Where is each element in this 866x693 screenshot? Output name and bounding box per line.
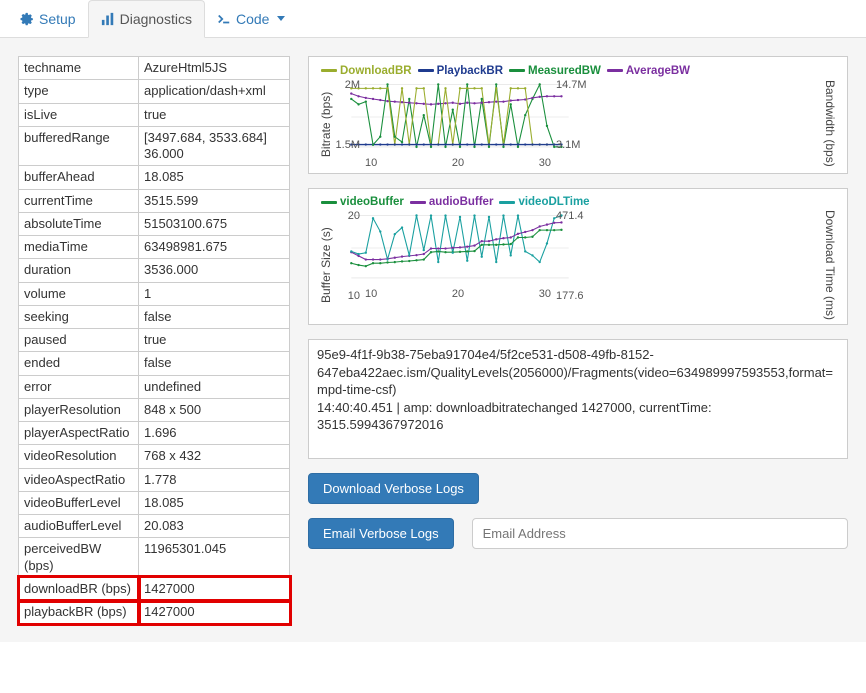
diag-key: videoResolution: [19, 445, 139, 468]
tab-setup[interactable]: Setup: [8, 0, 88, 37]
diag-key: paused: [19, 329, 139, 352]
diag-key: volume: [19, 282, 139, 305]
diag-key: perceivedBW (bps): [19, 538, 139, 578]
diag-value: application/dash+xml: [139, 80, 290, 103]
diag-value: 1427000: [139, 601, 290, 624]
diag-value: 18.085: [139, 166, 290, 189]
diag-value: true: [139, 103, 290, 126]
diag-row-islive: isLivetrue: [19, 103, 290, 126]
diag-value: false: [139, 352, 290, 375]
diag-key: absoluteTime: [19, 212, 139, 235]
diag-row-duration: duration3536.000: [19, 259, 290, 282]
y-axis-right-label: Bandwidth (bps): [585, 79, 839, 169]
diag-row-bufferahead: bufferAhead18.085: [19, 166, 290, 189]
diag-key: duration: [19, 259, 139, 282]
y-axis-left-label: Buffer Size (s): [317, 210, 335, 320]
diag-value: 768 x 432: [139, 445, 290, 468]
diag-value: 18.085: [139, 491, 290, 514]
diag-key: videoBufferLevel: [19, 491, 139, 514]
diag-row-absolutetime: absoluteTime51503100.675: [19, 212, 290, 235]
diag-key: playerAspectRatio: [19, 422, 139, 445]
chart-legend: DownloadBRPlaybackBRMeasuredBWAverageBW: [321, 63, 839, 77]
chart-legend: videoBufferaudioBuffervideoDLTime: [321, 195, 839, 209]
diag-value: 3536.000: [139, 259, 290, 282]
diag-value: 1.778: [139, 468, 290, 491]
diag-row-ended: endedfalse: [19, 352, 290, 375]
diag-row-downloadbr-bps-: downloadBR (bps)1427000: [19, 577, 290, 600]
diag-row-error: errorundefined: [19, 375, 290, 398]
diag-value: true: [139, 329, 290, 352]
diag-key: techname: [19, 57, 139, 80]
diag-key: playerResolution: [19, 398, 139, 421]
diag-row-perceivedbw-bps-: perceivedBW (bps)11965301.045: [19, 538, 290, 578]
bars-icon: [101, 12, 115, 26]
diag-key: videoAspectRatio: [19, 468, 139, 491]
tab-diagnostics[interactable]: Diagnostics: [88, 0, 205, 38]
diag-key: bufferedRange: [19, 126, 139, 166]
diag-row-currenttime: currentTime3515.599: [19, 189, 290, 212]
diag-value: 848 x 500: [139, 398, 290, 421]
diag-value: [3497.684, 3533.684] 36.000: [139, 126, 290, 166]
gear-icon: [20, 12, 34, 26]
diag-value: 11965301.045: [139, 538, 290, 578]
diag-row-playbackbr-bps-: playbackBR (bps)1427000: [19, 601, 290, 624]
diag-row-videoaspectratio: videoAspectRatio1.778: [19, 468, 290, 491]
diag-key: bufferAhead: [19, 166, 139, 189]
diag-row-techname: technameAzureHtml5JS: [19, 57, 290, 80]
diag-key: playbackBR (bps): [19, 601, 139, 624]
email-address-input[interactable]: [472, 518, 848, 549]
diag-value: AzureHtml5JS: [139, 57, 290, 80]
diag-row-type: typeapplication/dash+xml: [19, 80, 290, 103]
chart-plot-area[interactable]: [335, 79, 585, 155]
diag-key: mediaTime: [19, 236, 139, 259]
diag-row-bufferedrange: bufferedRange[3497.684, 3533.684] 36.000: [19, 126, 290, 166]
diag-value: 20.083: [139, 515, 290, 538]
diag-row-audiobufferlevel: audioBufferLevel20.083: [19, 515, 290, 538]
tab-bar: Setup Diagnostics Code: [0, 0, 866, 38]
diag-value: 63498981.675: [139, 236, 290, 259]
diag-value: undefined: [139, 375, 290, 398]
download-logs-button[interactable]: Download Verbose Logs: [308, 473, 479, 504]
diag-row-paused: pausedtrue: [19, 329, 290, 352]
diag-value: 3515.599: [139, 189, 290, 212]
diag-value: 1.696: [139, 422, 290, 445]
bitrate-chart: DownloadBRPlaybackBRMeasuredBWAverageBW …: [308, 56, 848, 174]
diag-row-volume: volume1: [19, 282, 290, 305]
diag-value: false: [139, 305, 290, 328]
buffer-chart: videoBufferaudioBuffervideoDLTime Buffer…: [308, 188, 848, 326]
diag-row-mediatime: mediaTime63498981.675: [19, 236, 290, 259]
y-axis-left-label: Bitrate (bps): [317, 79, 335, 169]
tab-label: Diagnostics: [120, 11, 192, 27]
diag-value: 1427000: [139, 577, 290, 600]
terminal-icon: [217, 12, 231, 26]
diag-value: 51503100.675: [139, 212, 290, 235]
email-logs-button[interactable]: Email Verbose Logs: [308, 518, 454, 549]
diag-row-videoresolution: videoResolution768 x 432: [19, 445, 290, 468]
diag-key: downloadBR (bps): [19, 577, 139, 600]
tab-code[interactable]: Code: [205, 0, 297, 37]
diag-row-seeking: seekingfalse: [19, 305, 290, 328]
diag-row-playerresolution: playerResolution848 x 500: [19, 398, 290, 421]
chevron-down-icon: [277, 16, 285, 21]
verbose-log-output[interactable]: [308, 339, 848, 459]
diag-value: 1: [139, 282, 290, 305]
tab-label: Code: [236, 11, 269, 27]
chart-plot-area[interactable]: [335, 210, 585, 286]
diag-key: currentTime: [19, 189, 139, 212]
tab-label: Setup: [39, 11, 76, 27]
diag-key: error: [19, 375, 139, 398]
diag-row-videobufferlevel: videoBufferLevel18.085: [19, 491, 290, 514]
y-axis-right-label: Download Time (ms): [585, 210, 839, 320]
diag-key: audioBufferLevel: [19, 515, 139, 538]
diag-key: ended: [19, 352, 139, 375]
diag-key: isLive: [19, 103, 139, 126]
diagnostics-table: technameAzureHtml5JStypeapplication/dash…: [18, 56, 290, 624]
diag-row-playeraspectratio: playerAspectRatio1.696: [19, 422, 290, 445]
diag-key: seeking: [19, 305, 139, 328]
diag-key: type: [19, 80, 139, 103]
